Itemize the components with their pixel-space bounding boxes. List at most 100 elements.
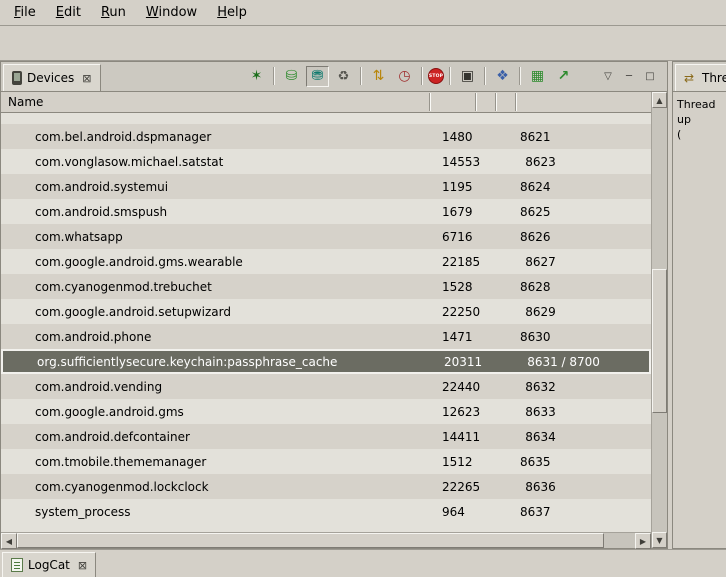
tab-logcat-label: LogCat xyxy=(28,558,70,572)
process-name-cell: com.google.android.gms xyxy=(1,405,429,419)
table-row[interactable]: com.android.smspush 1679 8625 xyxy=(1,199,651,224)
toolbar-separator xyxy=(360,67,362,85)
table-row[interactable]: com.tmobile.thememanager 1512 8635 xyxy=(1,449,651,474)
process-name-cell: com.android.vending xyxy=(1,380,429,394)
view-hierarchy-icon[interactable]: ❖ xyxy=(491,66,514,87)
tab-devices[interactable]: Devices ⊠ xyxy=(3,64,101,91)
pid-cell: 1471 xyxy=(429,330,475,344)
table-row[interactable]: com.google.android.gms 12623 8633 xyxy=(1,399,651,424)
scroll-left-icon[interactable]: ◀ xyxy=(1,533,17,549)
table-row[interactable]: system_process 964 8637 xyxy=(1,499,651,524)
table-row[interactable]: com.bel.android.dspmanager 1480 8621 xyxy=(1,124,651,149)
table-row[interactable]: com.vonglasow.michael.satstat 14553 8623 xyxy=(1,149,651,174)
column-resize-handle[interactable] xyxy=(475,93,477,111)
dump-hprof-icon[interactable]: ⛃ xyxy=(306,66,329,87)
port-cell: 8631 / 8700 xyxy=(522,355,649,369)
port-cell: 8627 xyxy=(520,255,651,269)
vertical-scrollbar[interactable]: ▲ ▼ xyxy=(651,92,667,548)
port-cell: 8624 xyxy=(515,180,651,194)
process-table: com.bel.android.dspmanager 1480 8621 com… xyxy=(1,113,651,532)
threads-icon xyxy=(684,71,697,85)
menu-file[interactable]: File xyxy=(4,2,46,23)
menu-help[interactable]: Help xyxy=(207,2,257,23)
pid-cell: 964 xyxy=(429,505,475,519)
column-resize-handle[interactable] xyxy=(429,93,431,111)
toolbar-separator xyxy=(519,67,521,85)
port-cell: 8632 xyxy=(520,380,651,394)
close-icon[interactable]: ⊠ xyxy=(82,72,91,85)
threads-message-line1: Thread up xyxy=(677,97,722,127)
tab-logcat[interactable]: LogCat ⊠ xyxy=(2,552,96,577)
screen-capture-icon[interactable]: ▣ xyxy=(456,66,479,87)
close-icon[interactable]: ⊠ xyxy=(78,559,87,572)
main-toolbar xyxy=(0,26,726,61)
scroll-right-icon[interactable]: ▶ xyxy=(635,533,651,549)
horizontal-scroll-thumb[interactable] xyxy=(17,533,604,548)
maximize-icon[interactable]: □ xyxy=(641,67,659,85)
table-row[interactable]: com.cyanogenmod.trebuchet 1528 8628 xyxy=(1,274,651,299)
process-name-cell: com.vonglasow.michael.satstat xyxy=(1,155,429,169)
port-cell: 8637 xyxy=(515,505,651,519)
column-header-name[interactable]: Name xyxy=(1,95,43,109)
port-cell: 8636 xyxy=(520,480,651,494)
update-threads-icon[interactable]: ⇅ xyxy=(367,66,390,87)
scroll-up-icon[interactable]: ▲ xyxy=(652,92,667,108)
cause-gc-icon[interactable]: ♻ xyxy=(332,66,355,87)
table-row[interactable]: com.whatsapp 6716 8626 xyxy=(1,224,651,249)
threads-message-line2: ( xyxy=(677,127,722,142)
port-cell: 8629 xyxy=(520,305,651,319)
tab-threads[interactable]: Threa xyxy=(675,64,726,91)
table-row[interactable]: com.android.phone 1471 8630 xyxy=(1,324,651,349)
update-heap-icon[interactable]: ⛁ xyxy=(280,66,303,87)
logcat-icon xyxy=(11,558,23,572)
column-resize-handle[interactable] xyxy=(515,93,517,111)
process-name-cell: com.cyanogenmod.trebuchet xyxy=(1,280,429,294)
minimize-icon[interactable]: ─ xyxy=(620,67,638,85)
ddms-window: File Edit Run Window Help Devices ⊠ ✶ ⛁ … xyxy=(0,0,726,577)
scroll-down-icon[interactable]: ▼ xyxy=(652,532,667,548)
vertical-scroll-thumb[interactable] xyxy=(652,269,667,413)
pid-cell: 22250 xyxy=(429,305,480,319)
horizontal-scroll-track[interactable] xyxy=(17,533,635,548)
sysinfo-icon[interactable]: ↗ xyxy=(552,66,575,87)
pid-cell: 6716 xyxy=(429,230,475,244)
devices-tabbar: Devices ⊠ ✶ ⛁ ⛃ ♻ ⇅ ◷ STOP ▣ xyxy=(1,62,667,92)
systrace-icon[interactable]: ▦ xyxy=(526,66,549,87)
process-name-cell: org.sufficientlysecure.keychain:passphra… xyxy=(3,355,431,369)
table-row[interactable]: com.google.android.setupwizard 22250 862… xyxy=(1,299,651,324)
vertical-scroll-track[interactable] xyxy=(652,108,667,532)
bottom-tab-strip: LogCat ⊠ xyxy=(0,549,726,577)
start-method-profiling-icon[interactable]: ◷ xyxy=(393,66,416,87)
device-icon xyxy=(12,71,22,85)
debug-process-icon[interactable]: ✶ xyxy=(245,66,268,87)
main-area: Devices ⊠ ✶ ⛁ ⛃ ♻ ⇅ ◷ STOP ▣ xyxy=(0,61,726,549)
port-cell: 8628 xyxy=(515,280,651,294)
toolbar-separator xyxy=(421,67,423,85)
process-name-cell: com.cyanogenmod.lockclock xyxy=(1,480,429,494)
table-row[interactable]: com.android.defcontainer 14411 8634 xyxy=(1,424,651,449)
tab-devices-label: Devices xyxy=(27,71,74,85)
table-row[interactable]: com.cyanogenmod.lockclock 22265 8636 xyxy=(1,474,651,499)
process-name-cell: com.google.android.gms.wearable xyxy=(1,255,429,269)
port-cell: 8626 xyxy=(515,230,651,244)
horizontal-scrollbar[interactable]: ◀ ▶ xyxy=(1,532,651,548)
table-row[interactable]: com.google.android.gms.wearable 22185 86… xyxy=(1,249,651,274)
menu-run[interactable]: Run xyxy=(91,2,136,23)
menu-bar: File Edit Run Window Help xyxy=(0,0,726,26)
menu-edit[interactable]: Edit xyxy=(46,2,91,23)
port-cell: 8625 xyxy=(515,205,651,219)
process-name-cell: com.whatsapp xyxy=(1,230,429,244)
process-name-cell: system_process xyxy=(1,505,429,519)
pid-cell: 1528 xyxy=(429,280,475,294)
view-menu-icon[interactable]: ▽ xyxy=(599,67,617,85)
table-row[interactable]: org.sufficientlysecure.keychain:passphra… xyxy=(1,349,651,374)
column-resize-handle[interactable] xyxy=(495,93,497,111)
table-row[interactable]: com.android.vending 22440 8632 xyxy=(1,374,651,399)
menu-window[interactable]: Window xyxy=(136,2,207,23)
threads-tabbar: Threa xyxy=(673,62,726,92)
stop-process-icon[interactable]: STOP xyxy=(428,68,444,84)
table-row[interactable]: com.android.systemui 1195 8624 xyxy=(1,174,651,199)
toolbar-separator xyxy=(449,67,451,85)
tab-threads-label: Threa xyxy=(702,71,726,85)
threads-view: Threa Thread up ( xyxy=(672,61,726,549)
